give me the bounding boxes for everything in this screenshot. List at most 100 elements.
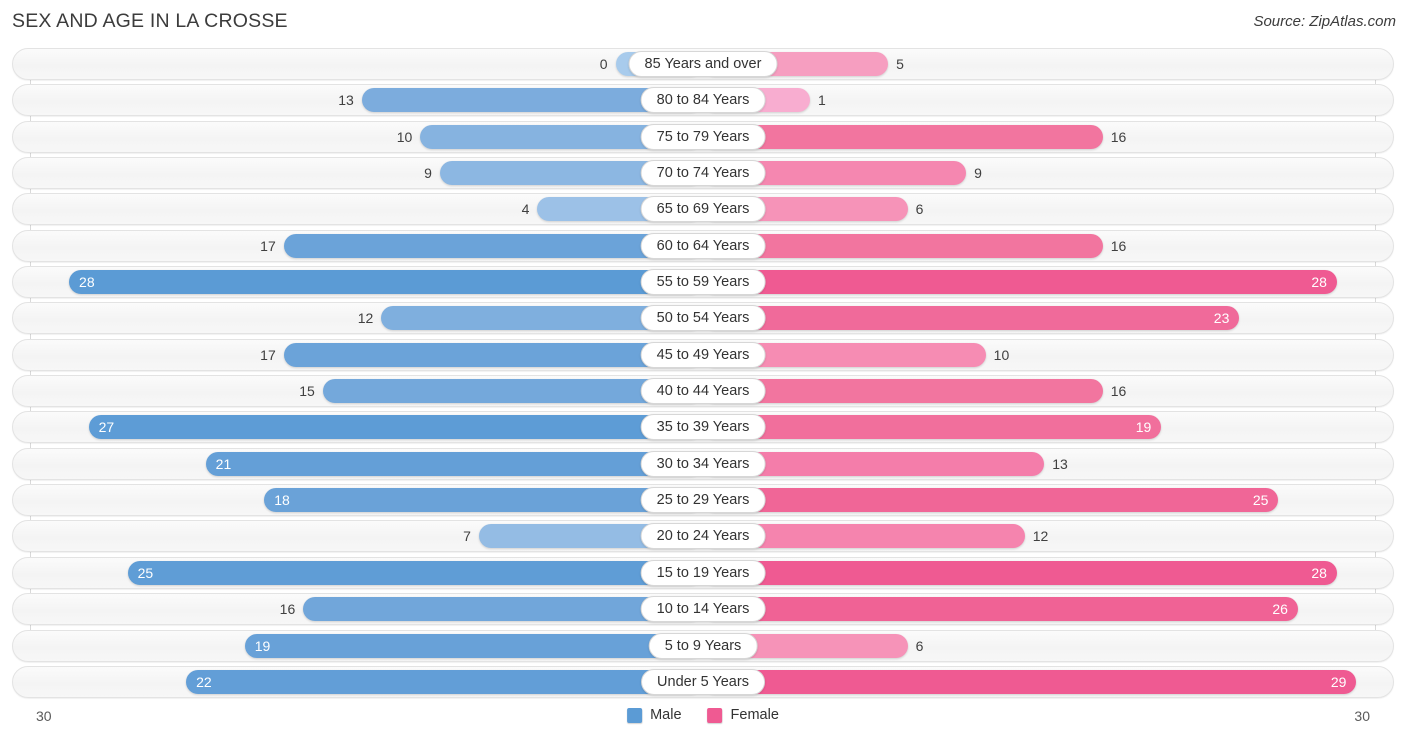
male-bar[interactable]: 28 bbox=[69, 270, 703, 295]
legend-label-female: Female bbox=[730, 707, 779, 723]
male-half: 7 bbox=[30, 520, 703, 552]
legend-item-female[interactable]: Female bbox=[707, 707, 779, 723]
male-half: 12 bbox=[30, 302, 703, 334]
female-value-label: 25 bbox=[1252, 492, 1269, 509]
age-group-row[interactable]: 12 23 50 to 54 Years bbox=[0, 300, 1406, 336]
row-bars: 16 26 10 to 14 Years bbox=[30, 593, 1376, 625]
age-group-label: 85 Years and over bbox=[628, 51, 778, 77]
row-bars: 22 29 Under 5 Years bbox=[30, 666, 1376, 698]
age-group-row[interactable]: 15 16 40 to 44 Years bbox=[0, 373, 1406, 409]
female-half: 10 bbox=[703, 339, 1376, 371]
male-half: 4 bbox=[30, 193, 703, 225]
age-group-row[interactable]: 22 29 Under 5 Years bbox=[0, 664, 1406, 700]
male-color-swatch-icon bbox=[627, 707, 643, 723]
age-group-label: Under 5 Years bbox=[641, 668, 765, 695]
female-bar[interactable]: 19 bbox=[703, 415, 1162, 440]
legend: Male Female bbox=[627, 707, 779, 723]
female-half: 6 bbox=[703, 630, 1376, 662]
row-bars: 7 12 20 to 24 Years bbox=[30, 520, 1376, 552]
male-value-label: 10 bbox=[396, 128, 413, 145]
female-half: 13 bbox=[703, 448, 1376, 480]
male-value-label: 22 bbox=[196, 673, 212, 690]
age-group-row[interactable]: 4 6 65 to 69 Years bbox=[0, 191, 1406, 227]
female-value-label: 10 bbox=[993, 346, 1010, 363]
male-half: 17 bbox=[30, 230, 703, 262]
female-bar[interactable]: 25 bbox=[703, 488, 1279, 513]
female-bar[interactable]: 28 bbox=[703, 270, 1337, 295]
age-group-row[interactable]: 17 10 45 to 49 Years bbox=[0, 337, 1406, 373]
male-half: 28 bbox=[30, 266, 703, 298]
row-bars: 13 1 80 to 84 Years bbox=[30, 84, 1376, 116]
age-group-row[interactable]: 9 9 70 to 74 Years bbox=[0, 155, 1406, 191]
female-value-label: 16 bbox=[1110, 383, 1127, 400]
axis-tick-right: 30 bbox=[1354, 708, 1370, 724]
female-bar[interactable]: 26 bbox=[703, 597, 1298, 622]
female-half: 28 bbox=[703, 557, 1376, 589]
female-value-label: 13 bbox=[1052, 455, 1068, 472]
female-value-label: 19 bbox=[1135, 419, 1152, 436]
age-group-row[interactable]: 28 28 55 to 59 Years bbox=[0, 264, 1406, 300]
male-half: 18 bbox=[30, 484, 703, 516]
female-bar[interactable]: 28 bbox=[703, 560, 1337, 585]
female-value-label: 26 bbox=[1272, 601, 1288, 618]
age-group-row[interactable]: 13 1 80 to 84 Years bbox=[0, 82, 1406, 118]
male-bar[interactable]: 22 bbox=[186, 669, 703, 694]
female-half: 25 bbox=[703, 484, 1376, 516]
legend-label-male: Male bbox=[650, 707, 682, 723]
age-group-label: 75 to 79 Years bbox=[640, 123, 766, 150]
male-bar[interactable]: 25 bbox=[127, 560, 703, 585]
age-group-label: 35 to 39 Years bbox=[640, 414, 766, 441]
female-value-label: 28 bbox=[1311, 564, 1327, 581]
age-group-row[interactable]: 0 5 85 Years and over bbox=[0, 46, 1406, 82]
age-group-row[interactable]: 27 19 35 to 39 Years bbox=[0, 409, 1406, 445]
male-half: 19 bbox=[30, 630, 703, 662]
male-half: 0 bbox=[30, 48, 703, 80]
female-value-label: 5 bbox=[896, 56, 904, 72]
male-value-label: 18 bbox=[274, 492, 290, 509]
row-bars: 27 19 35 to 39 Years bbox=[30, 411, 1376, 443]
female-bar[interactable]: 23 bbox=[703, 306, 1240, 331]
male-value-label: 13 bbox=[338, 92, 354, 109]
legend-item-male[interactable]: Male bbox=[627, 707, 682, 723]
age-group-row[interactable]: 17 16 60 to 64 Years bbox=[0, 228, 1406, 264]
age-group-row[interactable]: 21 13 30 to 34 Years bbox=[0, 446, 1406, 482]
age-group-row[interactable]: 18 25 25 to 29 Years bbox=[0, 482, 1406, 518]
row-bars: 17 10 45 to 49 Years bbox=[30, 339, 1376, 371]
male-half: 21 bbox=[30, 448, 703, 480]
age-group-row[interactable]: 19 6 5 to 9 Years bbox=[0, 628, 1406, 664]
male-value-label: 4 bbox=[521, 201, 530, 218]
age-group-label: 40 to 44 Years bbox=[640, 378, 766, 405]
male-half: 25 bbox=[30, 557, 703, 589]
male-half: 16 bbox=[30, 593, 703, 625]
male-bar[interactable]: 19 bbox=[244, 633, 703, 658]
row-bars: 15 16 40 to 44 Years bbox=[30, 375, 1376, 407]
male-bar[interactable]: 27 bbox=[88, 415, 703, 440]
row-bars: 4 6 65 to 69 Years bbox=[30, 193, 1376, 225]
age-group-row[interactable]: 25 28 15 to 19 Years bbox=[0, 555, 1406, 591]
age-group-row[interactable]: 7 12 20 to 24 Years bbox=[0, 518, 1406, 554]
male-value-label: 17 bbox=[260, 346, 276, 363]
age-group-label: 45 to 49 Years bbox=[640, 341, 766, 368]
axis-tick-left: 30 bbox=[36, 708, 52, 724]
female-half: 16 bbox=[703, 230, 1376, 262]
age-group-label: 5 to 9 Years bbox=[648, 632, 758, 659]
page-title: SEX AND AGE IN LA CROSSE bbox=[12, 10, 288, 32]
row-bars: 19 6 5 to 9 Years bbox=[30, 630, 1376, 662]
female-half: 12 bbox=[703, 520, 1376, 552]
age-group-row[interactable]: 16 26 10 to 14 Years bbox=[0, 591, 1406, 627]
row-bars: 28 28 55 to 59 Years bbox=[30, 266, 1376, 298]
male-value-label: 17 bbox=[260, 237, 276, 254]
row-bars: 18 25 25 to 29 Years bbox=[30, 484, 1376, 516]
male-bar[interactable]: 18 bbox=[264, 488, 703, 513]
male-half: 10 bbox=[30, 121, 703, 153]
female-bar[interactable]: 29 bbox=[703, 669, 1357, 694]
age-group-row[interactable]: 10 16 75 to 79 Years bbox=[0, 119, 1406, 155]
age-group-label: 65 to 69 Years bbox=[640, 196, 766, 223]
male-bar[interactable]: 21 bbox=[205, 451, 703, 476]
female-value-label: 9 bbox=[974, 165, 982, 182]
female-value-label: 16 bbox=[1110, 128, 1127, 145]
row-bars: 9 9 70 to 74 Years bbox=[30, 157, 1376, 189]
male-value-label: 28 bbox=[79, 274, 95, 291]
female-color-swatch-icon bbox=[707, 707, 723, 723]
female-half: 16 bbox=[703, 121, 1376, 153]
